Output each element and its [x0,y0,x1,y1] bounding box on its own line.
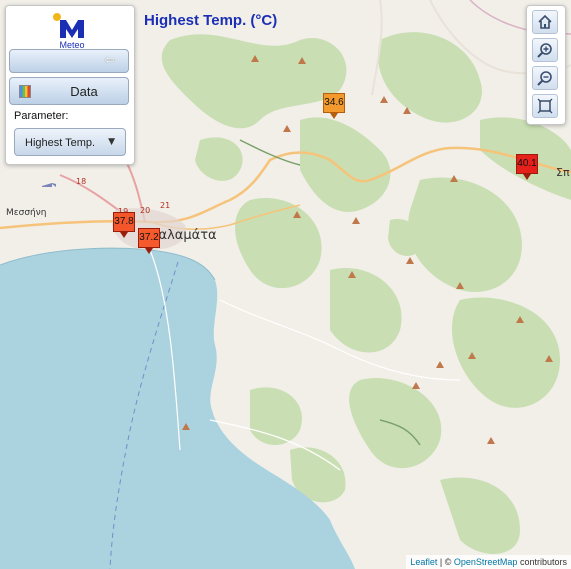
station-marker[interactable]: 37.8 [113,212,135,238]
back-button[interactable]: ⇦ [9,49,129,73]
chevron-down-icon: ▼ [108,137,115,147]
station-marker[interactable]: 40.1 [516,154,538,180]
road-label: 20 [140,206,151,215]
map-title: Highest Temp. (°C) [144,12,278,29]
town-label-east: Σπ [556,166,570,179]
fit-extent-icon [537,98,553,114]
parameter-select-value: Highest Temp. [25,137,96,149]
meteo-logo-icon [53,13,84,38]
osm-link[interactable]: OpenStreetMap [454,557,518,567]
zoom-out-button[interactable] [532,66,558,90]
map-toolbar [526,5,566,125]
leaflet-link[interactable]: Leaflet [410,557,437,567]
back-arrow-icon: ⇦ [104,53,115,68]
attribution-separator: | © [439,557,452,567]
attribution-suffix: contributors [519,557,567,567]
station-marker[interactable]: 37.2 [138,228,160,254]
road-label: 18 [76,177,87,186]
station-marker[interactable]: 34.6 [323,93,345,119]
meteo-logo: Meteo [52,12,92,50]
road-label: 21 [160,201,171,210]
zoom-out-icon [537,71,552,86]
control-panel: Meteo ⇦ Data Parameter: Highest Temp. ▼ [5,5,135,165]
village-label: Μεσσήνη [6,208,47,218]
zoom-in-button[interactable] [532,38,558,62]
parameter-select[interactable]: Highest Temp. ▼ [14,128,126,156]
data-button[interactable]: Data [9,77,129,105]
parameter-label: Parameter: [14,110,69,122]
home-icon [538,14,552,29]
color-palette-icon [19,85,31,98]
map-attribution: Leaflet | © OpenStreetMap contributors [406,555,571,569]
fit-extent-button[interactable] [532,94,558,118]
data-button-label: Data [70,84,98,99]
home-button[interactable] [532,10,558,34]
zoom-in-icon [537,43,552,58]
